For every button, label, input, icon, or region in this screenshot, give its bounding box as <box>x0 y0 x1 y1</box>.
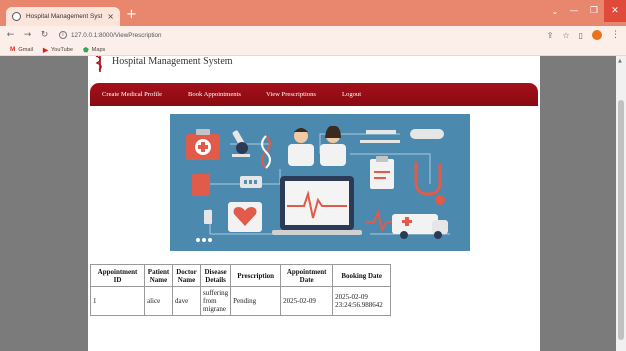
globe-icon <box>12 12 21 21</box>
profile-avatar-icon[interactable] <box>592 30 602 40</box>
header-booking-date: Booking Date <box>332 264 392 287</box>
sidepanel-icon[interactable]: ▯ <box>579 31 583 40</box>
cell-appointment-id: 1 <box>90 286 145 316</box>
table-header-row: Appointment ID Patient Name Doctor Name … <box>90 264 392 287</box>
tab-close-icon[interactable]: × <box>107 12 114 21</box>
nav-create-medical-profile[interactable]: Create Medical Profile <box>102 91 162 98</box>
header-patient-name: Patient Name <box>144 264 173 287</box>
bookmarks-bar: M Gmail ▶ YouTube ⬟ Maps <box>0 44 626 56</box>
url-text[interactable]: 127.0.0.1:8000/ViewPrescription <box>71 32 162 39</box>
tab-title: Hospital Management System <box>26 13 102 20</box>
back-icon[interactable]: ← <box>4 30 17 40</box>
bookmark-label: YouTube <box>51 46 74 53</box>
header-appointment-date: Appointment Date <box>280 264 334 287</box>
browser-tab-strip: Hospital Management System × + ⌄ — ❐ ✕ <box>0 0 626 26</box>
cell-disease-details: suffering from migrane <box>199 286 232 316</box>
address-bar-row: ← → ↻ i 127.0.0.1:8000/ViewPrescription … <box>0 26 626 44</box>
bookmark-label: Gmail <box>18 46 34 53</box>
scrollbar-thumb[interactable] <box>618 100 624 340</box>
bookmark-label: Maps <box>91 46 106 53</box>
reload-icon[interactable]: ↻ <box>38 30 51 40</box>
table-row: 1 alice dave suffering from migrane Pend… <box>90 286 392 316</box>
cell-prescription: Pending <box>230 286 282 316</box>
cell-doctor-name: dave <box>172 286 201 316</box>
nav-view-prescriptions[interactable]: View Prescriptions <box>266 91 316 98</box>
browser-tab[interactable]: Hospital Management System × <box>6 7 120 26</box>
medical-banner-illustration <box>170 114 470 251</box>
new-tab-button[interactable]: + <box>126 8 137 22</box>
page-content: Hospital Management System Create Medica… <box>88 56 540 351</box>
cell-appointment-date: 2025-02-09 <box>280 286 334 316</box>
youtube-icon: ▶ <box>43 46 49 54</box>
cell-booking-date: 2025-02-09 23:24:56.988642 <box>332 286 392 316</box>
header-prescription: Prescription <box>230 264 282 287</box>
scrollbar[interactable]: ▲ <box>616 56 626 351</box>
site-header: Hospital Management System <box>94 56 233 72</box>
bookmark-maps[interactable]: ⬟ Maps <box>83 46 105 54</box>
bookmark-gmail[interactable]: M Gmail <box>10 46 33 53</box>
cell-patient-name: alice <box>144 286 173 316</box>
close-window-icon[interactable]: ✕ <box>604 0 626 22</box>
header-appointment-id: Appointment ID <box>90 264 145 287</box>
page-viewport: ▲ Hospital Management System Create Medi… <box>0 56 626 351</box>
nav-book-appointments[interactable]: Book Appointments <box>188 91 241 98</box>
site-title: Hospital Management System <box>112 56 233 67</box>
main-nav: Create Medical Profile Book Appointments… <box>90 83 538 106</box>
tab-search-icon[interactable]: ⌄ <box>546 7 564 16</box>
page-background-right <box>540 56 616 351</box>
bookmark-youtube[interactable]: ▶ YouTube <box>43 46 73 54</box>
maps-icon: ⬟ <box>83 46 89 54</box>
page-background-left <box>0 56 88 351</box>
share-icon[interactable]: ⇪ <box>547 31 554 40</box>
header-disease-details: Disease Details <box>199 264 232 287</box>
gmail-icon: M <box>10 46 16 53</box>
heart-monitor-icon <box>272 176 362 235</box>
nav-logout[interactable]: Logout <box>342 91 361 98</box>
url-field[interactable]: i 127.0.0.1:8000/ViewPrescription <box>59 29 162 42</box>
more-menu-icon[interactable]: ⋮ <box>611 30 620 40</box>
minimize-icon[interactable]: — <box>564 6 584 16</box>
star-icon[interactable]: ☆ <box>562 31 569 40</box>
maximize-icon[interactable]: ❐ <box>584 6 604 16</box>
scroll-up-icon[interactable]: ▲ <box>618 58 622 64</box>
site-info-icon[interactable]: i <box>59 31 67 39</box>
caduceus-logo-icon <box>95 56 102 72</box>
prescriptions-table: Appointment ID Patient Name Doctor Name … <box>90 264 392 316</box>
header-doctor-name: Doctor Name <box>172 264 201 287</box>
clipboard-icon <box>370 156 394 189</box>
forward-icon[interactable]: → <box>21 30 34 40</box>
